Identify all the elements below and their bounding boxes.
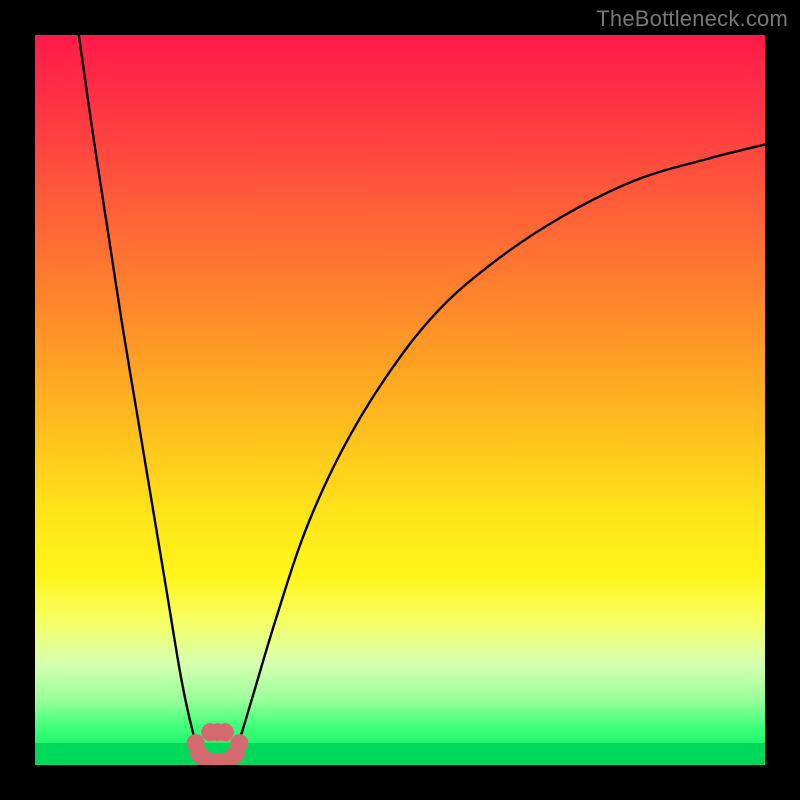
- plot-area: [35, 35, 765, 765]
- knot-dot: [230, 734, 248, 752]
- bottleneck-curve: [35, 35, 765, 765]
- curve-knot: [187, 723, 249, 765]
- attribution-text: TheBottleneck.com: [596, 6, 788, 32]
- chart-frame: TheBottleneck.com: [0, 0, 800, 800]
- knot-dot: [216, 723, 234, 741]
- curve-right-branch: [228, 145, 765, 762]
- curve-left-branch: [79, 35, 207, 761]
